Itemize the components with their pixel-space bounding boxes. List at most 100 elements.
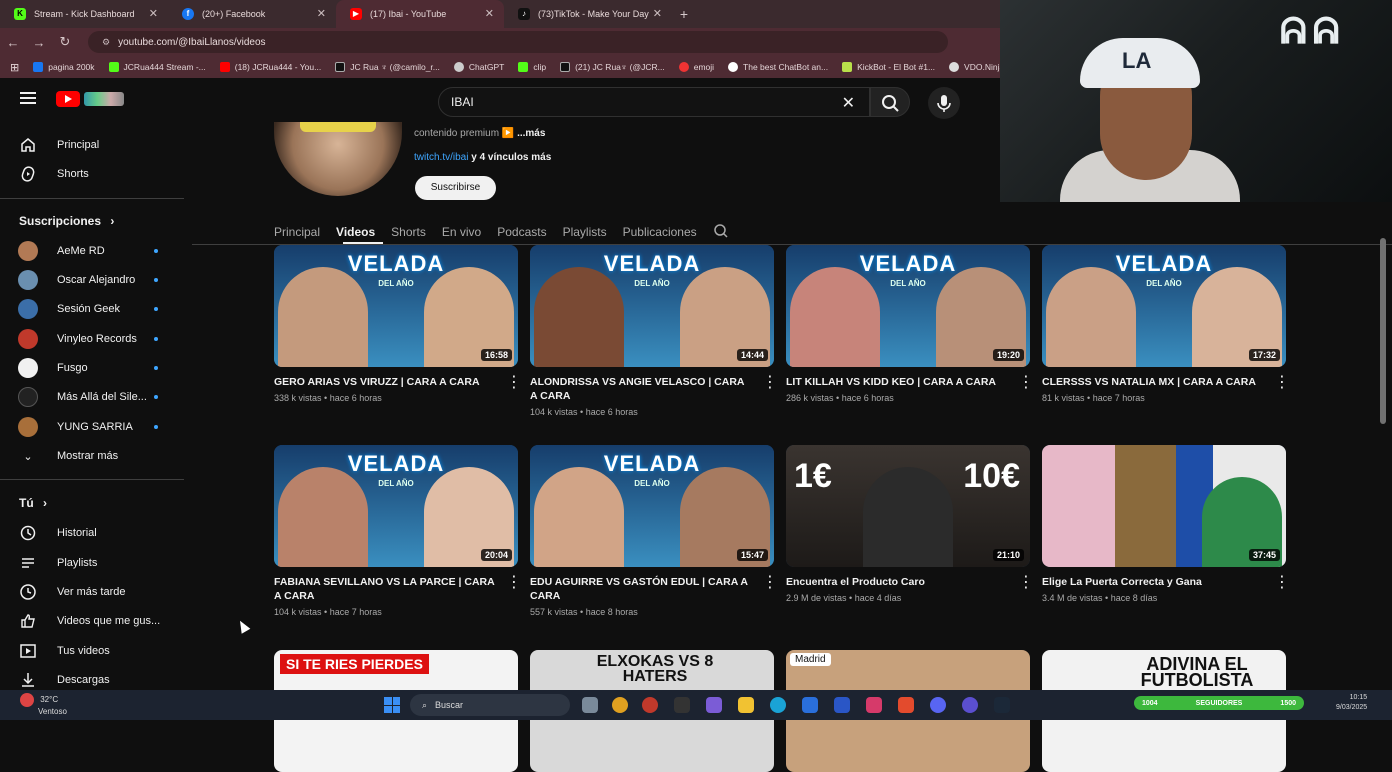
brave-icon[interactable] bbox=[898, 697, 914, 713]
apps-icon[interactable]: ⊞ bbox=[10, 61, 19, 74]
video-title[interactable]: FABIANA SEVILLANO VS LA PARCE | CARA A C… bbox=[274, 575, 496, 603]
search-button[interactable] bbox=[870, 87, 910, 117]
more-options-icon[interactable] bbox=[506, 575, 516, 591]
video-thumbnail[interactable]: VELADA DEL AÑO 15:47 bbox=[530, 445, 774, 567]
video-title[interactable]: CLERSSS VS NATALIA MX | CARA A CARA bbox=[1042, 375, 1264, 389]
bookmark-item[interactable]: (21) JC Rua♆ (@JCR... bbox=[560, 62, 665, 72]
sidebar-item-watch-later[interactable]: Ver más tarde bbox=[18, 579, 178, 605]
steam-icon[interactable] bbox=[994, 697, 1010, 713]
video-card[interactable]: VELADA DEL AÑO 20:04 FABIANA SEVILLANO V… bbox=[274, 445, 518, 617]
bookmark-item[interactable]: JC Rua ♆ (@camilo_r... bbox=[335, 62, 440, 72]
channel-links-more[interactable]: y 4 vínculos más bbox=[471, 152, 551, 163]
search-input[interactable]: IBAI ✕ bbox=[438, 87, 870, 117]
video-card[interactable]: 37:45 Elige La Puerta Correcta y Gana 3.… bbox=[1042, 445, 1286, 603]
bookmark-item[interactable]: ChatGPT bbox=[453, 62, 504, 72]
video-thumbnail[interactable]: 37:45 bbox=[1042, 445, 1286, 567]
scrollbar[interactable] bbox=[1380, 238, 1386, 424]
channel-avatar[interactable] bbox=[274, 122, 402, 196]
sidebar-item-subscription[interactable]: Oscar Alejandro bbox=[18, 267, 178, 293]
bookmark-item[interactable]: The best ChatBot an... bbox=[728, 62, 828, 72]
video-thumbnail[interactable]: VELADA DEL AÑO 16:58 bbox=[274, 245, 518, 367]
site-info-icon[interactable]: ⚙ bbox=[102, 37, 110, 48]
discord-icon[interactable] bbox=[930, 697, 946, 713]
close-tab-icon[interactable]: ✕ bbox=[149, 7, 158, 20]
subscriptions-header[interactable]: Suscripciones › bbox=[19, 214, 114, 228]
app-icon[interactable] bbox=[642, 697, 658, 713]
more-options-icon[interactable] bbox=[1274, 375, 1284, 391]
video-card[interactable]: VELADA DEL AÑO 16:58 GERO ARIAS VS VIRUZ… bbox=[274, 245, 518, 403]
back-icon[interactable]: ← bbox=[0, 35, 26, 50]
sidebar-item-liked[interactable]: Videos que me gus... bbox=[18, 608, 178, 634]
app-icon[interactable] bbox=[962, 697, 978, 713]
sidebar-item-playlists[interactable]: Playlists bbox=[18, 550, 178, 576]
bookmark-item[interactable]: KickBot - El Bot #1... bbox=[842, 62, 935, 72]
video-card[interactable]: VELADA DEL AÑO 19:20 LIT KILLAH VS KIDD … bbox=[786, 245, 1030, 403]
bookmark-item[interactable]: clip bbox=[518, 62, 546, 72]
chrome-icon[interactable] bbox=[612, 697, 628, 713]
browser-tab-tiktok[interactable]: ♪ (73)TikTok - Make Your Day ✕ bbox=[504, 0, 672, 28]
video-card[interactable]: VELADA DEL AÑO 14:44 ALONDRISSA VS ANGIE… bbox=[530, 245, 774, 417]
tab-shorts[interactable]: Shorts bbox=[391, 225, 426, 239]
edge-icon[interactable] bbox=[770, 697, 786, 713]
tab-live[interactable]: En vivo bbox=[442, 225, 481, 239]
video-title[interactable]: ALONDRISSA VS ANGIE VELASCO | CARA A CAR… bbox=[530, 375, 752, 403]
sidebar-item-history[interactable]: Historial bbox=[18, 520, 178, 546]
forward-icon[interactable]: → bbox=[26, 35, 52, 50]
video-card[interactable]: 1€ 10€ 21:10 Encuentra el Producto Caro … bbox=[786, 445, 1030, 603]
video-thumbnail[interactable]: VELADA DEL AÑO 14:44 bbox=[530, 245, 774, 367]
tab-principal[interactable]: Principal bbox=[274, 225, 320, 239]
tiktok-icon[interactable] bbox=[866, 697, 882, 713]
tab-podcasts[interactable]: Podcasts bbox=[497, 225, 546, 239]
channel-search-icon[interactable] bbox=[713, 223, 729, 242]
sidebar-item-subscription[interactable]: AeMe RD bbox=[18, 238, 178, 264]
more-options-icon[interactable] bbox=[1018, 575, 1028, 591]
app-icon[interactable] bbox=[674, 697, 690, 713]
sidebar-item-subscription[interactable]: Fusgo bbox=[18, 355, 178, 381]
youtube-logo[interactable] bbox=[56, 91, 124, 107]
video-thumbnail[interactable]: VELADA DEL AÑO 19:20 bbox=[786, 245, 1030, 367]
video-card[interactable]: VELADA DEL AÑO 17:32 CLERSSS VS NATALIA … bbox=[1042, 245, 1286, 403]
video-thumbnail[interactable]: 1€ 10€ 21:10 bbox=[786, 445, 1030, 567]
close-tab-icon[interactable]: ✕ bbox=[485, 7, 494, 20]
reload-icon[interactable]: ↻ bbox=[52, 34, 78, 50]
bookmark-item[interactable]: VDO.Ninja bbox=[949, 62, 1004, 72]
video-title[interactable]: Elige La Puerta Correcta y Gana bbox=[1042, 575, 1264, 589]
video-thumbnail[interactable]: VELADA DEL AÑO 20:04 bbox=[274, 445, 518, 567]
weather-widget[interactable]: 32°C Ventoso bbox=[20, 693, 67, 717]
channel-links[interactable]: twitch.tv/ibai y 4 vínculos más bbox=[414, 152, 551, 163]
sidebar-item-your-videos[interactable]: Tus videos bbox=[18, 638, 178, 664]
you-header[interactable]: Tú › bbox=[19, 496, 47, 510]
bookmark-item[interactable]: pagina 200k bbox=[33, 62, 95, 72]
bookmark-item[interactable]: emoji bbox=[678, 62, 714, 72]
browser-tab-kick[interactable]: K Stream - Kick Dashboard ✕ bbox=[0, 0, 168, 28]
tab-posts[interactable]: Publicaciones bbox=[623, 225, 697, 239]
video-title[interactable]: Encuentra el Producto Caro bbox=[786, 575, 1008, 589]
sidebar-item-subscription[interactable]: Sesión Geek bbox=[18, 296, 178, 322]
sidebar-item-shorts[interactable]: Shorts bbox=[18, 161, 178, 187]
bookmark-item[interactable]: (18) JCRua444 - You... bbox=[219, 62, 321, 72]
file-explorer-icon[interactable] bbox=[738, 697, 754, 713]
video-card[interactable]: VELADA DEL AÑO 15:47 EDU AGUIRRE VS GAST… bbox=[530, 445, 774, 617]
subscribe-button[interactable]: Suscribirse bbox=[415, 176, 496, 200]
browser-tab-facebook[interactable]: f (20+) Facebook ✕ bbox=[168, 0, 336, 28]
video-thumbnail[interactable]: VELADA DEL AÑO 17:32 bbox=[1042, 245, 1286, 367]
sidebar-item-subscription[interactable]: YUNG SARRIA bbox=[18, 414, 178, 440]
channel-description[interactable]: contenido premium ▶️ ...más bbox=[414, 128, 545, 139]
windows-start-icon[interactable] bbox=[384, 697, 400, 713]
channel-link[interactable]: twitch.tv/ibai bbox=[414, 152, 468, 163]
sidebar-item-subscription[interactable]: Más Allá del Sile... bbox=[18, 384, 178, 410]
close-tab-icon[interactable]: ✕ bbox=[317, 7, 326, 20]
tab-playlists[interactable]: Playlists bbox=[563, 225, 607, 239]
voice-search-button[interactable] bbox=[928, 87, 960, 119]
video-title[interactable]: LIT KILLAH VS KIDD KEO | CARA A CARA bbox=[786, 375, 1008, 389]
app-icon[interactable] bbox=[834, 697, 850, 713]
taskbar-search[interactable]: ⌕ Buscar bbox=[410, 694, 570, 716]
more-options-icon[interactable] bbox=[1018, 375, 1028, 391]
more-options-icon[interactable] bbox=[762, 375, 772, 391]
url-field[interactable]: ⚙ youtube.com/@IbaiLlanos/videos bbox=[88, 31, 948, 53]
more-options-icon[interactable] bbox=[762, 575, 772, 591]
video-title[interactable]: GERO ARIAS VS VIRUZZ | CARA A CARA bbox=[274, 375, 496, 389]
menu-icon[interactable] bbox=[20, 92, 36, 104]
clear-search-icon[interactable]: ✕ bbox=[842, 93, 855, 113]
show-more-button[interactable]: ⌄ Mostrar más bbox=[18, 443, 178, 469]
